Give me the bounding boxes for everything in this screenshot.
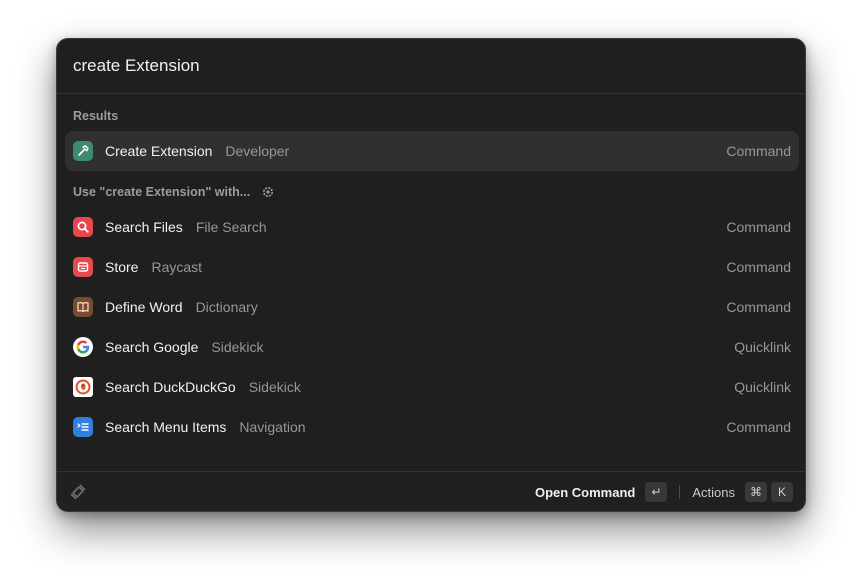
action-bar: Open Command ↵ Actions ⌘ K bbox=[57, 471, 805, 511]
search-input[interactable] bbox=[73, 56, 805, 76]
footer-divider bbox=[679, 485, 681, 499]
store-icon bbox=[73, 257, 93, 277]
primary-action-button[interactable]: Open Command bbox=[535, 485, 635, 500]
list-item-accessory: Command bbox=[726, 299, 791, 315]
google-icon bbox=[73, 337, 93, 357]
list-item-create-extension[interactable]: Create Extension Developer Command bbox=[65, 131, 799, 171]
actions-button[interactable]: Actions bbox=[692, 485, 735, 500]
list-item-search-duckduckgo[interactable]: Search DuckDuckGo Sidekick Quicklink bbox=[65, 367, 799, 407]
list-item-title: Search Google bbox=[105, 339, 199, 355]
list-item-define-word[interactable]: Define Word Dictionary Command bbox=[65, 287, 799, 327]
hammer-icon bbox=[73, 141, 93, 161]
search-bar bbox=[57, 39, 805, 94]
raycast-window: Results Create Extension Developer Comma… bbox=[56, 38, 806, 512]
magnifier-icon bbox=[73, 217, 93, 237]
menu-list-icon bbox=[73, 417, 93, 437]
raycast-logo-icon bbox=[69, 483, 87, 501]
list-item-accessory: Quicklink bbox=[734, 339, 791, 355]
section-title-fallback: Use "create Extension" with... bbox=[73, 185, 251, 199]
list-item-search-menu-items[interactable]: Search Menu Items Navigation Command bbox=[65, 407, 799, 447]
k-key-hint: K bbox=[771, 482, 793, 502]
list-item-subtitle: File Search bbox=[195, 219, 267, 235]
list-item-title: Search DuckDuckGo bbox=[105, 379, 236, 395]
list-item-subtitle: Sidekick bbox=[248, 379, 301, 395]
duckduckgo-icon bbox=[73, 377, 93, 397]
list-item-subtitle: Developer bbox=[225, 143, 290, 159]
enter-key-hint: ↵ bbox=[645, 482, 668, 502]
list-item-search-files[interactable]: Search Files File Search Command bbox=[65, 207, 799, 247]
book-icon bbox=[73, 297, 93, 317]
list-item-accessory: Quicklink bbox=[734, 379, 791, 395]
list-item-title: Store bbox=[105, 259, 139, 275]
list-item-accessory: Command bbox=[726, 219, 791, 235]
list-item-title: Search Menu Items bbox=[105, 419, 227, 435]
list-item-accessory: Command bbox=[726, 259, 791, 275]
list-item-search-google[interactable]: Search Google Sidekick Quicklink bbox=[65, 327, 799, 367]
list-item-title: Create Extension bbox=[105, 143, 213, 159]
list-item-store[interactable]: Store Raycast Command bbox=[65, 247, 799, 287]
list-item-subtitle: Dictionary bbox=[195, 299, 258, 315]
footer-actions: Open Command ↵ Actions ⌘ K bbox=[535, 472, 793, 511]
section-title-results: Results bbox=[73, 109, 119, 123]
list-item-title: Define Word bbox=[105, 299, 183, 315]
list-item-accessory: Command bbox=[726, 419, 791, 435]
gear-icon[interactable] bbox=[261, 185, 275, 199]
list-item-subtitle: Navigation bbox=[239, 419, 306, 435]
list-item-title: Search Files bbox=[105, 219, 183, 235]
list-item-subtitle: Sidekick bbox=[211, 339, 264, 355]
list-item-accessory: Command bbox=[726, 143, 791, 159]
list-item-subtitle: Raycast bbox=[151, 259, 203, 275]
command-key-hint: ⌘ bbox=[745, 482, 767, 502]
